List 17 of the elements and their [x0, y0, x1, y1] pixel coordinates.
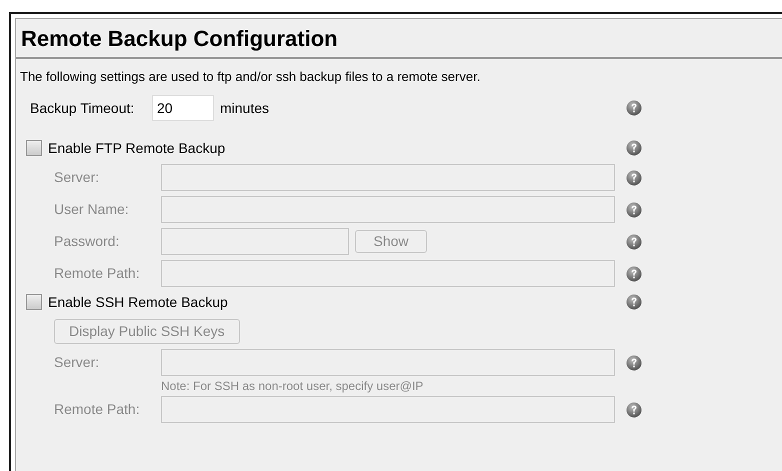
help-icon[interactable]: [626, 140, 642, 156]
unit-label: minutes: [220, 98, 270, 118]
timeout-label: Backup Timeout:: [29, 98, 136, 118]
field-label: Server:: [53, 353, 100, 372]
field-label: User Name:: [53, 200, 130, 219]
timeout-input[interactable]: 20: [152, 95, 214, 121]
field-label: Remote Path:: [53, 264, 141, 283]
help-icon[interactable]: [626, 294, 642, 310]
panel-title: Remote Backup Configuration: [16, 19, 782, 59]
field-label: Server:: [53, 168, 100, 187]
help-icon[interactable]: [626, 100, 642, 116]
field-label: Remote Path:: [53, 400, 141, 419]
enable-checkbox[interactable]: Enable SSH Remote Backup: [26, 292, 228, 312]
description-text: The following settings are used to ftp and/or ssh backup files to a remote server.: [19, 68, 482, 85]
note-text: Note: For SSH as non-root user, specify user@IP: [161, 378, 424, 395]
field-label: Password:: [53, 232, 120, 251]
enable-checkbox[interactable]: Enable FTP Remote Backup: [26, 138, 226, 158]
